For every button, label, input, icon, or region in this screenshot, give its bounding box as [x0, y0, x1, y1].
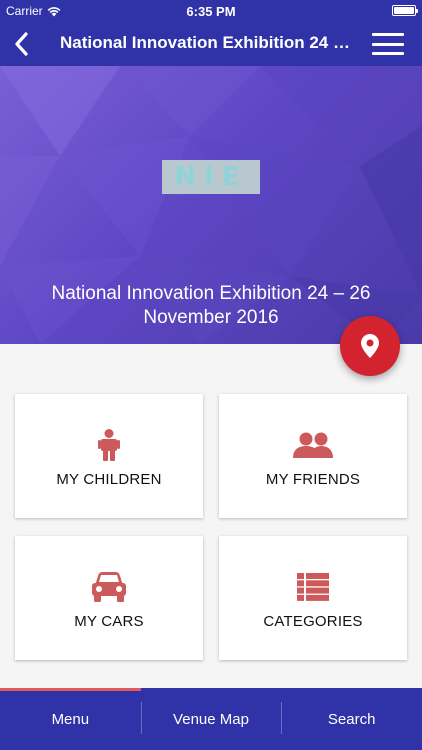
tab-label: Venue Map: [173, 710, 249, 728]
hamburger-line: [372, 42, 404, 46]
tab-menu[interactable]: Menu: [0, 688, 141, 750]
tile-label: CATEGORIES: [263, 613, 363, 630]
tab-search[interactable]: Search: [281, 688, 422, 750]
back-button[interactable]: [6, 26, 36, 62]
categories-icon: [297, 573, 329, 601]
car-icon: [92, 572, 126, 602]
map-pin-icon: [361, 334, 379, 358]
tab-label: Menu: [51, 710, 90, 728]
hamburger-line: [372, 52, 404, 55]
hamburger-menu-button[interactable]: [372, 31, 404, 57]
battery-icon: [392, 5, 418, 16]
tile-label: MY FRIENDS: [265, 471, 361, 488]
bottom-tab-bar: Menu Venue Map Search: [0, 688, 422, 750]
tab-venue-map[interactable]: Venue Map: [140, 688, 282, 750]
top-bar: Carrier 6:35 PM National Innovation Exhi…: [0, 0, 422, 66]
hero-banner: NIE National Innovation Exhibition 24 – …: [0, 66, 422, 344]
page-title: National Innovation Exhibition 24 –...: [60, 33, 356, 52]
child-icon: [98, 429, 120, 461]
status-bar: Carrier 6:35 PM: [0, 0, 422, 22]
tab-label: Search: [327, 710, 376, 728]
logo-text: NIE: [174, 162, 248, 192]
hero-title: National Innovation Exhibition 24 – 26 N…: [51, 283, 371, 328]
chevron-left-icon: [15, 32, 28, 56]
tile-label: MY CHILDREN: [56, 471, 162, 488]
tile-my-friends[interactable]: MY FRIENDS: [219, 394, 407, 518]
friends-icon: [293, 432, 333, 458]
hamburger-line: [372, 33, 404, 36]
location-button[interactable]: [340, 316, 400, 376]
tile-categories[interactable]: CATEGORIES: [219, 536, 407, 660]
tile-label: MY CARS: [74, 613, 144, 630]
status-time: 6:35 PM: [186, 4, 236, 19]
tile-my-cars[interactable]: MY CARS: [15, 536, 203, 660]
nav-bar: National Innovation Exhibition 24 –...: [0, 22, 422, 66]
tile-my-children[interactable]: MY CHILDREN: [15, 394, 203, 518]
event-logo: NIE: [162, 160, 260, 194]
